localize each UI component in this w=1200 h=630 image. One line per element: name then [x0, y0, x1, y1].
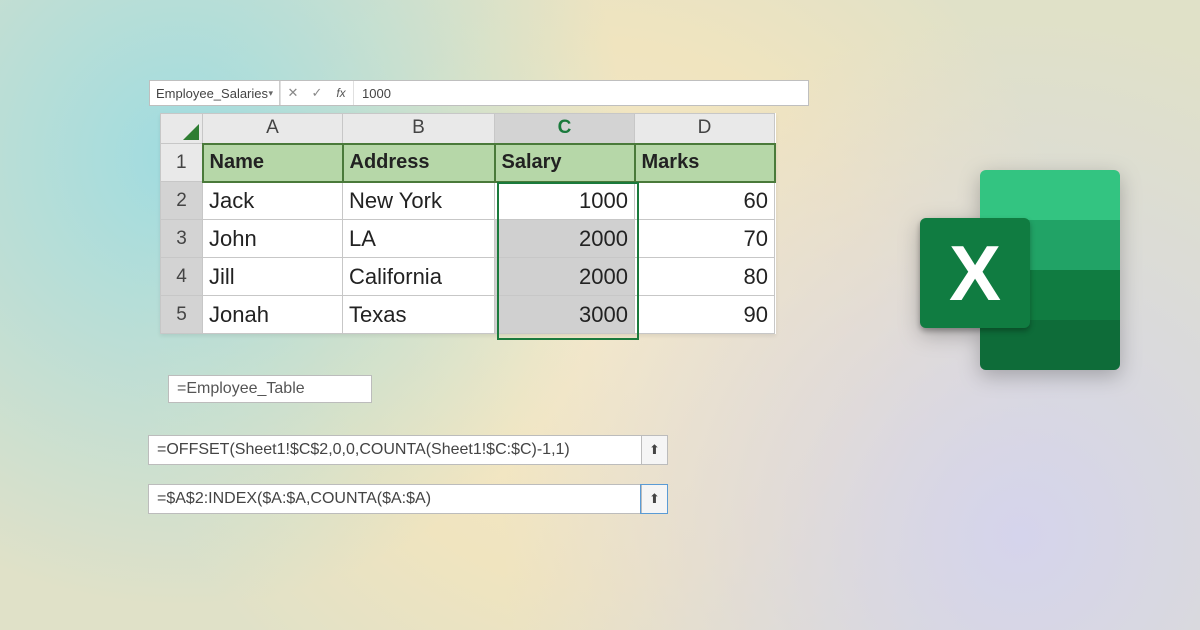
cell-b3[interactable]: LA: [343, 220, 495, 258]
enter-icon[interactable]: ✓: [305, 81, 329, 105]
row-head-4[interactable]: 4: [161, 258, 203, 296]
cell-c5[interactable]: 3000: [495, 296, 635, 334]
cell-d1[interactable]: Marks: [635, 144, 775, 182]
fx-icon[interactable]: fx: [329, 81, 353, 105]
col-head-a[interactable]: A: [203, 114, 343, 144]
formula-bar: Employee_Salaries ✕ ✓ fx 1000: [149, 80, 809, 106]
cell-a4[interactable]: Jill: [203, 258, 343, 296]
name-box[interactable]: Employee_Salaries: [150, 81, 280, 105]
cell-a1[interactable]: Name: [203, 144, 343, 182]
col-head-b[interactable]: B: [343, 114, 495, 144]
cell-a5[interactable]: Jonah: [203, 296, 343, 334]
cell-a2[interactable]: Jack: [203, 182, 343, 220]
row-head-5[interactable]: 5: [161, 296, 203, 334]
cell-c3[interactable]: 2000: [495, 220, 635, 258]
name-box-value: Employee_Salaries: [156, 86, 268, 101]
cell-d5[interactable]: 90: [635, 296, 775, 334]
col-head-c[interactable]: C: [495, 114, 635, 144]
excel-logo: X: [920, 170, 1120, 370]
col-head-d[interactable]: D: [635, 114, 775, 144]
cell-a3[interactable]: John: [203, 220, 343, 258]
formula-index[interactable]: =$A$2:INDEX($A:$A,COUNTA($A:$A) ⬆: [148, 484, 668, 514]
cell-b2[interactable]: New York: [343, 182, 495, 220]
row-head-3[interactable]: 3: [161, 220, 203, 258]
cell-b1[interactable]: Address: [343, 144, 495, 182]
formula-bar-value[interactable]: 1000: [354, 81, 808, 105]
collapse-icon[interactable]: ⬆: [641, 436, 667, 464]
cell-c1[interactable]: Salary: [495, 144, 635, 182]
spreadsheet[interactable]: A B C D 1 Name Address Salary Marks 2 Ja…: [160, 113, 776, 334]
excel-x-icon: X: [949, 228, 1001, 319]
cancel-icon[interactable]: ✕: [281, 81, 305, 105]
cell-b4[interactable]: California: [343, 258, 495, 296]
cell-d2[interactable]: 60: [635, 182, 775, 220]
formula-offset[interactable]: =OFFSET(Sheet1!$C$2,0,0,COUNTA(Sheet1!$C…: [148, 435, 668, 465]
row-head-1[interactable]: 1: [161, 144, 203, 182]
cell-d3[interactable]: 70: [635, 220, 775, 258]
cell-c2[interactable]: 1000: [495, 182, 635, 220]
select-all-corner[interactable]: [161, 114, 203, 144]
row-head-2[interactable]: 2: [161, 182, 203, 220]
formula-table-ref[interactable]: =Employee_Table: [168, 375, 372, 403]
cell-b5[interactable]: Texas: [343, 296, 495, 334]
cell-c4[interactable]: 2000: [495, 258, 635, 296]
cell-d4[interactable]: 80: [635, 258, 775, 296]
collapse-icon[interactable]: ⬆: [641, 485, 667, 513]
